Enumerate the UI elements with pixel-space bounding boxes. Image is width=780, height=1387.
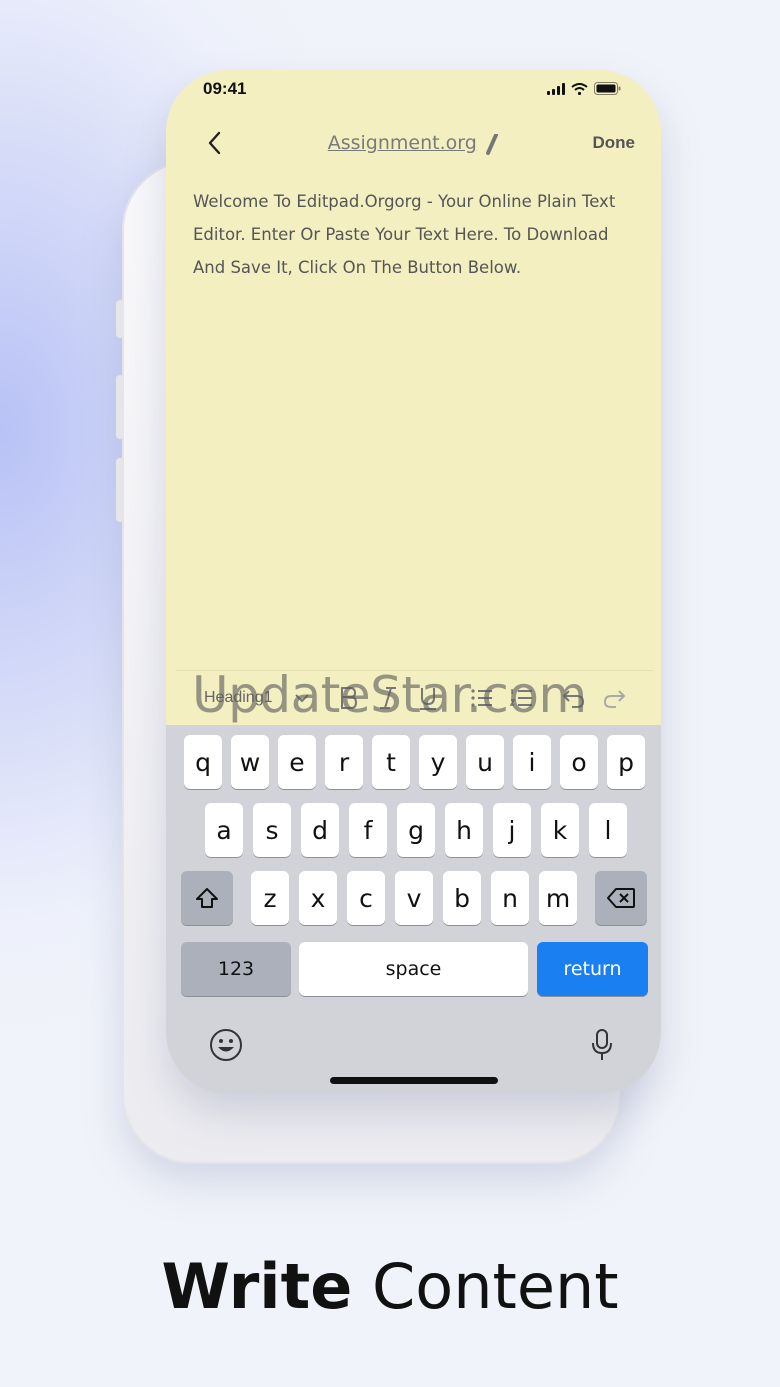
bold-icon[interactable] — [334, 684, 362, 712]
volume-down-button — [116, 458, 124, 522]
key-w[interactable]: w — [231, 735, 269, 789]
key-r[interactable]: r — [325, 735, 363, 789]
key-d[interactable]: d — [301, 803, 339, 857]
key-j[interactable]: j — [493, 803, 531, 857]
bulleted-list-icon[interactable] — [468, 684, 496, 712]
note-body-text[interactable]: Welcome To Editpad.Orgorg - Your Online … — [193, 185, 633, 284]
backspace-icon — [607, 888, 635, 908]
undo-icon[interactable] — [560, 684, 588, 712]
key-e[interactable]: e — [278, 735, 316, 789]
key-f[interactable]: f — [349, 803, 387, 857]
note-title-wrap: Assignment.org — [166, 132, 661, 156]
redo-icon[interactable] — [600, 684, 628, 712]
headline-regular-word: Content — [371, 1250, 619, 1323]
note-title[interactable]: Assignment.org — [328, 132, 477, 154]
key-s[interactable]: s — [253, 803, 291, 857]
key-p[interactable]: p — [607, 735, 645, 789]
volume-up-button — [116, 375, 124, 439]
key-n[interactable]: n — [491, 871, 529, 925]
key-o[interactable]: o — [560, 735, 598, 789]
key-x[interactable]: x — [299, 871, 337, 925]
status-icons — [547, 82, 621, 95]
key-q[interactable]: q — [184, 735, 222, 789]
microphone-icon[interactable] — [588, 1027, 616, 1063]
key-k[interactable]: k — [541, 803, 579, 857]
promo-headline: Write Content — [0, 1250, 780, 1323]
key-c[interactable]: c — [347, 871, 385, 925]
backspace-key[interactable] — [595, 871, 647, 925]
underline-icon[interactable] — [414, 684, 442, 712]
shift-key[interactable] — [181, 871, 233, 925]
key-l[interactable]: l — [589, 803, 627, 857]
key-i[interactable]: i — [513, 735, 551, 789]
space-key[interactable]: space — [299, 942, 528, 996]
battery-icon — [594, 82, 621, 95]
key-y[interactable]: y — [419, 735, 457, 789]
pencil-icon[interactable] — [485, 133, 499, 156]
headline-bold-word: Write — [161, 1250, 353, 1323]
key-t[interactable]: t — [372, 735, 410, 789]
chevron-down-icon[interactable] — [288, 684, 316, 712]
key-g[interactable]: g — [397, 803, 435, 857]
done-button[interactable]: Done — [593, 133, 636, 153]
key-v[interactable]: v — [395, 871, 433, 925]
numbers-key[interactable]: 123 — [181, 942, 291, 996]
numbered-list-icon[interactable] — [508, 684, 536, 712]
return-key[interactable]: return — [537, 942, 648, 996]
key-z[interactable]: z — [251, 871, 289, 925]
home-indicator[interactable] — [330, 1077, 498, 1084]
on-screen-keyboard: q w e r t y u i o p a s d f g h j k l z … — [166, 725, 661, 1094]
wifi-icon — [571, 82, 588, 95]
status-time: 09:41 — [203, 79, 247, 98]
emoji-icon[interactable] — [208, 1027, 244, 1063]
note-nav-bar: Assignment.org Done — [166, 120, 661, 166]
side-button — [116, 300, 124, 338]
italic-icon[interactable] — [374, 684, 402, 712]
key-a[interactable]: a — [205, 803, 243, 857]
phone-screen: 09:41 Assignment.org Done Welcome To Edi… — [166, 70, 661, 1094]
cellular-signal-icon — [547, 82, 565, 95]
heading-style-select[interactable]: Heading1 — [204, 689, 273, 707]
key-h[interactable]: h — [445, 803, 483, 857]
formatting-toolbar: Heading1 — [176, 670, 653, 726]
key-u[interactable]: u — [466, 735, 504, 789]
status-bar: 09:41 — [166, 70, 661, 110]
key-b[interactable]: b — [443, 871, 481, 925]
key-m[interactable]: m — [539, 871, 577, 925]
shift-arrow-icon — [196, 888, 218, 908]
